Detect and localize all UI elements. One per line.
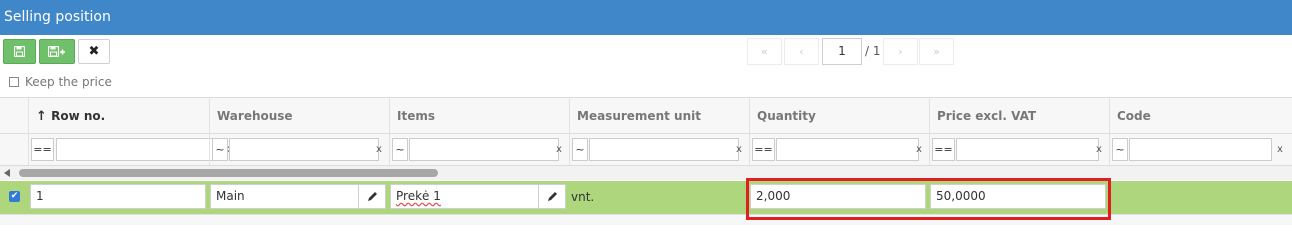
filter-code: ~ x [1109,134,1292,165]
clear-filter-icon[interactable]: x [733,139,745,160]
filter-operator[interactable]: == [752,138,775,161]
window-title: Selling position [0,0,1292,35]
filter-operator[interactable]: ~ [572,138,588,161]
filter-input[interactable] [956,138,1099,161]
filter-warehouse: ~ x [209,134,389,165]
item-value: Prekė 1 [396,189,441,203]
select-all-header[interactable] [0,98,28,134]
page-number-input[interactable]: 1 [822,38,862,65]
last-page-button[interactable]: » [919,38,954,65]
clear-filter-icon[interactable]: x [1093,139,1105,160]
clear-filter-icon[interactable]: x [373,139,385,160]
filter-input[interactable] [1129,138,1272,161]
first-page-button[interactable]: « [747,38,782,65]
filter-input[interactable] [776,138,919,161]
filter-items: ~ x [389,134,569,165]
next-page-button[interactable]: › [883,38,918,65]
scroll-left-icon[interactable] [4,169,10,177]
pencil-icon [367,192,377,201]
col-measurement-unit[interactable]: Measurement unit [569,98,749,134]
pencil-icon [547,192,557,201]
measurement-unit-value: vnt. [571,190,595,204]
keep-price-option[interactable]: Keep the price [9,74,112,90]
col-row-no-label: Row no. [51,109,106,123]
prev-page-button[interactable]: ‹ [784,38,819,65]
last-page-icon: » [933,45,940,58]
keep-price-checkbox[interactable] [9,77,19,87]
clear-filter-icon[interactable]: x [1274,139,1286,160]
col-price-excl-vat[interactable]: Price excl. VAT [929,98,1109,134]
col-quantity[interactable]: Quantity [749,98,929,134]
filter-price-excl-vat: == x [929,134,1109,165]
first-page-icon: « [761,45,768,58]
row-no-field[interactable]: 1 [30,184,206,209]
filter-input[interactable] [229,138,379,161]
warehouse-field[interactable]: Main [210,184,359,209]
filter-input[interactable] [409,138,559,161]
header-row: ↑ Row no. Warehouse Items Measurement un… [0,97,1292,134]
scrollbar-thumb[interactable] [19,169,438,177]
filter-quantity: == x [749,134,929,165]
clear-filter-icon[interactable]: x [913,139,925,160]
clear-filter-icon[interactable]: x [553,139,565,160]
filter-operator[interactable]: ~ [212,138,228,161]
filter-measurement-unit: ~ x [569,134,749,165]
prev-page-icon: ‹ [799,45,804,58]
filter-input[interactable] [589,138,739,161]
edit-item-button[interactable] [538,184,566,209]
next-page-icon: › [898,45,903,58]
filter-input[interactable] [56,138,218,161]
col-row-no[interactable]: ↑ Row no. [28,98,209,134]
filter-row-no: == x [28,134,230,165]
filter-operator[interactable]: ~ [392,138,408,161]
keep-price-label: Keep the price [25,75,112,89]
item-field[interactable]: Prekė 1 [390,184,539,209]
edit-warehouse-button[interactable] [358,184,386,209]
filter-operator[interactable]: ~ [1112,138,1128,161]
sort-ascending-icon: ↑ [36,109,47,124]
highlight-box [746,178,1111,220]
col-warehouse[interactable]: Warehouse [209,98,389,134]
filter-operator[interactable]: == [31,138,54,161]
page-total: / 1 [865,44,881,58]
col-code[interactable]: Code [1109,98,1292,134]
filter-operator[interactable]: == [932,138,955,161]
row-select-checkbox[interactable]: ✔ [9,191,20,202]
col-items[interactable]: Items [389,98,569,134]
filter-row: == x ~ x ~ x ~ x == x == x [0,134,1292,166]
